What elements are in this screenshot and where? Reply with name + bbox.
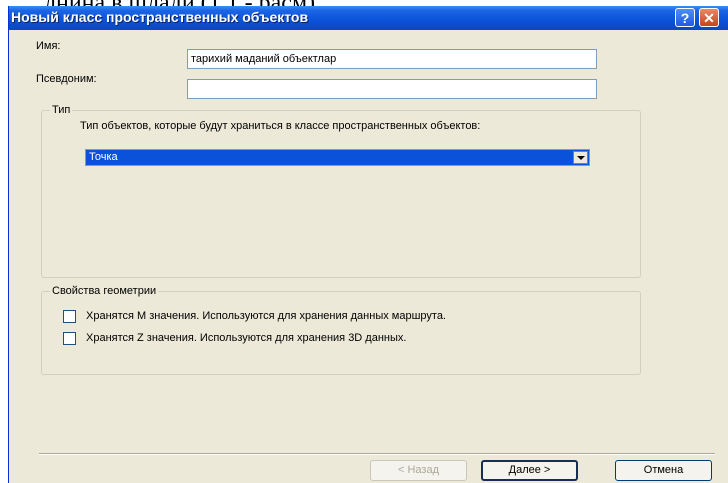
alias-input[interactable] xyxy=(187,79,597,99)
new-feature-class-dialog: Новый класс пространственных объектов ? … xyxy=(8,6,728,483)
type-selected-value: Точка xyxy=(89,151,118,163)
geometry-properties-group: Свойства геометрии Хранятся М значения. … xyxy=(41,285,641,375)
type-group: Тип Тип объектов, которые будут хранитьс… xyxy=(41,104,641,278)
button-separator xyxy=(39,453,715,455)
z-values-label: Хранятся Z значения. Используются для хр… xyxy=(86,332,407,344)
back-button[interactable]: < Назад xyxy=(370,460,467,481)
help-button[interactable]: ? xyxy=(675,8,695,27)
close-button[interactable]: ✕ xyxy=(699,8,719,27)
type-description: Тип объектов, которые будут храниться в … xyxy=(80,120,481,132)
window-title: Новый класс пространственных объектов xyxy=(11,9,309,25)
geometry-group-legend: Свойства геометрии xyxy=(50,285,159,298)
title-bar[interactable]: Новый класс пространственных объектов ? … xyxy=(9,6,728,30)
name-input[interactable]: тарихий маданий объектлар xyxy=(187,49,597,69)
type-select[interactable]: Точка xyxy=(85,149,590,166)
chevron-down-icon[interactable] xyxy=(573,151,588,164)
name-label: Имя: xyxy=(36,40,61,52)
m-values-label: Хранятся М значения. Используются для хр… xyxy=(86,310,446,322)
alias-label: Псевдоним: xyxy=(36,73,97,85)
type-group-legend: Тип xyxy=(50,104,73,117)
z-values-checkbox[interactable] xyxy=(63,332,76,345)
next-button[interactable]: Далее > xyxy=(481,460,578,481)
m-values-checkbox[interactable] xyxy=(63,310,76,323)
cancel-button[interactable]: Отмена xyxy=(615,460,712,481)
